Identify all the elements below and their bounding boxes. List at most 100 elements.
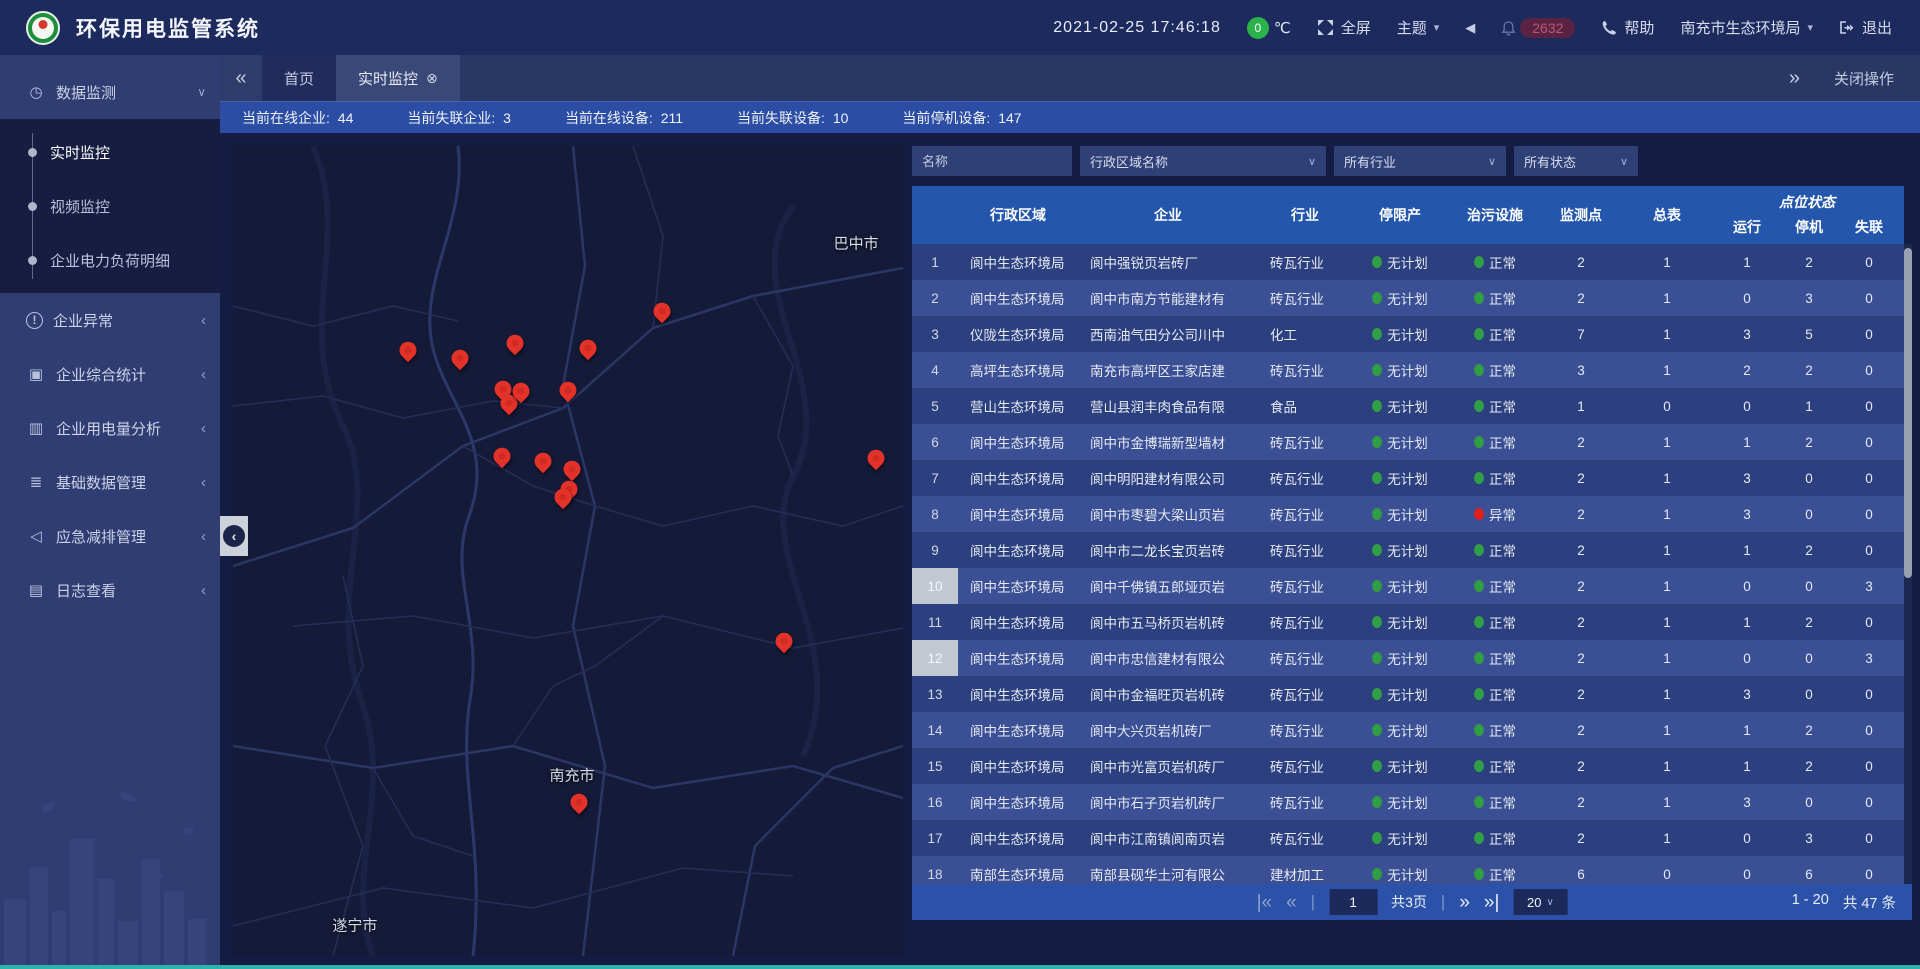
cell-monitor-points: 2 bbox=[1542, 604, 1620, 640]
table-row[interactable]: 11阆中生态环境局阆中市五马桥页岩机砖砖瓦行业无计划正常21120 bbox=[912, 604, 1904, 640]
sidebar-item-0[interactable]: ◷数据监测∨ bbox=[0, 65, 220, 119]
map-canvas[interactable]: 巴中市南充市遂宁市 bbox=[233, 146, 903, 956]
next-page-button[interactable]: » bbox=[1459, 893, 1470, 912]
cell-region: 阆中生态环境局 bbox=[958, 460, 1078, 496]
double-chevron-right-icon[interactable]: » bbox=[1789, 67, 1800, 90]
table-row[interactable]: 7阆中生态环境局阆中明阳建材有限公司砖瓦行业无计划正常21300 bbox=[912, 460, 1904, 496]
col-group-point-status: 点位状态 运行 停机 失联 bbox=[1714, 186, 1900, 244]
cell-running: 1 bbox=[1714, 712, 1780, 748]
table-row[interactable]: 12阆中生态环境局阆中市忠信建材有限公砖瓦行业无计划正常21003 bbox=[912, 640, 1904, 676]
table-row[interactable]: 1阆中生态环境局阆中强锐页岩砖厂砖瓦行业无计划正常21120 bbox=[912, 244, 1904, 280]
row-index: 15 bbox=[912, 748, 958, 784]
cell-production-limit: 无计划 bbox=[1352, 856, 1448, 884]
cell-total-meter: 0 bbox=[1620, 388, 1714, 424]
cell-stopped: 5 bbox=[1780, 316, 1838, 352]
chevron-down-icon: ∨ bbox=[1298, 155, 1316, 168]
cell-pollution-facility: 正常 bbox=[1448, 316, 1542, 352]
industry-filter-value: 所有行业 bbox=[1344, 152, 1396, 171]
group-title: 点位状态 bbox=[1714, 188, 1900, 212]
table-row[interactable]: 5营山生态环境局营山县润丰肉食品有限食品无计划正常10010 bbox=[912, 388, 1904, 424]
fullscreen-button[interactable]: 全屏 bbox=[1317, 17, 1371, 38]
table-row[interactable]: 4高坪生态环境局南充市高坪区王家店建砖瓦行业无计划正常31220 bbox=[912, 352, 1904, 388]
tab-home[interactable]: 首页 bbox=[262, 55, 336, 101]
sidebar-subitem-label: 视频监控 bbox=[50, 196, 110, 217]
status-filter-select[interactable]: 所有状态 ∨ bbox=[1514, 146, 1638, 176]
cell-pollution-facility: 正常 bbox=[1448, 820, 1542, 856]
help-button[interactable]: 帮助 bbox=[1601, 17, 1654, 38]
sidebar-item-6[interactable]: ▤日志查看‹ bbox=[0, 563, 220, 617]
cell-running: 3 bbox=[1714, 676, 1780, 712]
cell-company: 阆中大兴页岩机砖厂 bbox=[1078, 712, 1258, 748]
panel-collapse-button[interactable]: ‹ bbox=[220, 516, 248, 556]
tab-bar: « 首页 实时监控 ⊗ » 关闭操作 bbox=[220, 55, 1920, 101]
table-row[interactable]: 10阆中生态环境局阆中千佛镇五郎垭页岩砖瓦行业无计划正常21003 bbox=[912, 568, 1904, 604]
cell-monitor-points: 7 bbox=[1542, 316, 1620, 352]
cell-company: 南部县砚华土河有限公 bbox=[1078, 856, 1258, 884]
sidebar-subitem-1[interactable]: 视频监控 bbox=[0, 179, 220, 233]
table-row[interactable]: 18南部生态环境局南部县砚华土河有限公建材加工无计划正常60060 bbox=[912, 856, 1904, 884]
theme-dropdown[interactable]: 主题 ▾ bbox=[1397, 17, 1440, 38]
table-row[interactable]: 16阆中生态环境局阆中市石子页岩机砖厂砖瓦行业无计划正常21300 bbox=[912, 784, 1904, 820]
temperature-widget: 0 ℃ bbox=[1247, 17, 1291, 39]
cell-monitor-points: 1 bbox=[1542, 388, 1620, 424]
cell-offline: 3 bbox=[1838, 568, 1900, 604]
scrollbar-thumb[interactable] bbox=[1904, 248, 1912, 578]
sidebar-subitem-2[interactable]: 企业电力负荷明细 bbox=[0, 233, 220, 287]
tab-realtime-monitoring[interactable]: 实时监控 ⊗ bbox=[336, 55, 460, 101]
sidebar-item-4[interactable]: ≣基础数据管理‹ bbox=[0, 455, 220, 509]
app-title: 环保用电监管系统 bbox=[76, 13, 260, 43]
cell-monitor-points: 2 bbox=[1542, 640, 1620, 676]
region-filter-select[interactable]: 行政区域名称 ∨ bbox=[1080, 146, 1326, 176]
cell-industry: 食品 bbox=[1258, 388, 1352, 424]
table-row[interactable]: 3仪陇生态环境局西南油气田分公司川中化工无计划正常71350 bbox=[912, 316, 1904, 352]
range-label: 1 - 20 bbox=[1792, 892, 1829, 913]
sidebar-item-icon: ◁ bbox=[26, 526, 46, 546]
sidebar-item-2[interactable]: ▣企业综合统计‹ bbox=[0, 347, 220, 401]
table-row[interactable]: 13阆中生态环境局阆中市金福旺页岩机砖砖瓦行业无计划正常21300 bbox=[912, 676, 1904, 712]
stat-value: 10 bbox=[833, 110, 849, 126]
table-row[interactable]: 6阆中生态环境局阆中市金博瑞新型墙材砖瓦行业无计划正常21120 bbox=[912, 424, 1904, 460]
org-dropdown[interactable]: 南充市生态环境局 ▾ bbox=[1680, 17, 1813, 38]
table-row[interactable]: 14阆中生态环境局阆中大兴页岩机砖厂砖瓦行业无计划正常21120 bbox=[912, 712, 1904, 748]
close-operations-button[interactable]: 关闭操作 bbox=[1834, 68, 1894, 89]
prev-page-button[interactable]: « bbox=[1286, 893, 1297, 912]
page-number-input[interactable]: 1 bbox=[1329, 889, 1377, 915]
sidebar-subitem-0[interactable]: 实时监控 bbox=[0, 125, 220, 179]
cell-industry: 砖瓦行业 bbox=[1258, 532, 1352, 568]
cell-running: 2 bbox=[1714, 352, 1780, 388]
first-page-button[interactable]: |« bbox=[1257, 893, 1273, 912]
cell-monitor-points: 2 bbox=[1542, 424, 1620, 460]
row-index: 10 bbox=[912, 568, 958, 604]
col-production-limit: 停限产 bbox=[1352, 186, 1448, 244]
sound-mute-button[interactable]: ◀ bbox=[1465, 20, 1475, 36]
table-row[interactable]: 2阆中生态环境局阆中市南方节能建材有砖瓦行业无计划正常21030 bbox=[912, 280, 1904, 316]
sidebar-item-icon: ≣ bbox=[26, 472, 46, 492]
cell-stopped: 2 bbox=[1780, 748, 1838, 784]
tabs-scroll-left-button[interactable]: « bbox=[220, 55, 262, 101]
table-row[interactable]: 9阆中生态环境局阆中市二龙长宝页岩砖砖瓦行业无计划正常21120 bbox=[912, 532, 1904, 568]
cell-industry: 砖瓦行业 bbox=[1258, 820, 1352, 856]
sidebar-item-3[interactable]: ▥企业用电量分析‹ bbox=[0, 401, 220, 455]
total-count-label: 共 47 条 bbox=[1843, 892, 1896, 913]
col-company: 企业 bbox=[1078, 186, 1258, 244]
table-row[interactable]: 17阆中生态环境局阆中市江南镇阆南页岩砖瓦行业无计划正常21030 bbox=[912, 820, 1904, 856]
industry-filter-select[interactable]: 所有行业 ∨ bbox=[1334, 146, 1506, 176]
cell-total-meter: 1 bbox=[1620, 712, 1714, 748]
cell-production-limit: 无计划 bbox=[1352, 352, 1448, 388]
page-size-select[interactable]: 20 ∨ bbox=[1513, 889, 1567, 915]
cell-production-limit: 无计划 bbox=[1352, 640, 1448, 676]
last-page-button[interactable]: »| bbox=[1484, 893, 1500, 912]
table-row[interactable]: 8阆中生态环境局阆中市枣碧大梁山页岩砖瓦行业无计划异常21300 bbox=[912, 496, 1904, 532]
sidebar-item-5[interactable]: ◁应急减排管理‹ bbox=[0, 509, 220, 563]
cell-stopped: 3 bbox=[1780, 280, 1838, 316]
right-panel: 行政区域名称 ∨ 所有行业 ∨ 所有状态 ∨ 行政区域 企业 行业 停限产 治污… bbox=[912, 146, 1912, 956]
tab-close-icon[interactable]: ⊗ bbox=[426, 70, 438, 87]
cell-industry: 砖瓦行业 bbox=[1258, 244, 1352, 280]
name-filter-input[interactable] bbox=[912, 146, 1072, 176]
table-row[interactable]: 15阆中生态环境局阆中市光富页岩机砖厂砖瓦行业无计划正常21120 bbox=[912, 748, 1904, 784]
cell-pollution-facility: 正常 bbox=[1448, 748, 1542, 784]
logout-button[interactable]: 退出 bbox=[1839, 17, 1892, 38]
cell-stopped: 0 bbox=[1780, 496, 1838, 532]
notifications-button[interactable]: 2632 bbox=[1501, 18, 1575, 38]
sidebar-item-1[interactable]: !企业异常‹ bbox=[0, 293, 220, 347]
